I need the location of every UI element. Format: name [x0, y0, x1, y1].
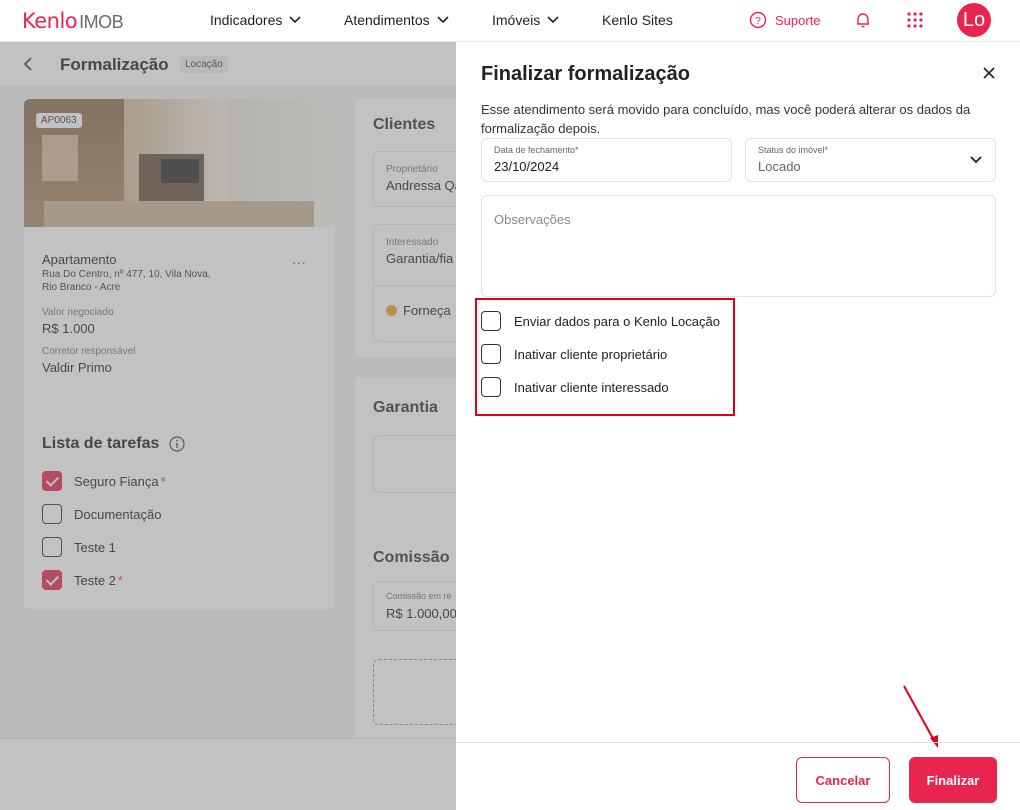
- closing-date-value: 23/10/2024: [494, 159, 560, 174]
- avatar[interactable]: Lo: [957, 3, 991, 37]
- chevron-down-icon: [970, 156, 982, 164]
- notes-placeholder: Observações: [494, 212, 571, 227]
- nav-atendimentos[interactable]: Atendimentos: [344, 12, 450, 28]
- chevron-down-icon: [437, 16, 449, 24]
- option-checkbox[interactable]: [481, 377, 501, 397]
- drawer-title: Finalizar formalização: [481, 63, 690, 85]
- modal-overlay[interactable]: [0, 42, 456, 810]
- nav-label: Imóveis: [492, 12, 541, 28]
- apps-grid-icon[interactable]: [906, 11, 924, 29]
- option-deactivate-owner[interactable]: Inativar cliente proprietário: [481, 344, 667, 364]
- logo-brand: Kenlo: [22, 9, 78, 33]
- nav-imoveis[interactable]: Imóveis: [492, 12, 560, 28]
- top-nav: Kenlo IMOB Indicadores Atendimentos Imóve…: [0, 0, 1020, 42]
- cancel-button[interactable]: Cancelar: [796, 757, 890, 803]
- option-label: Enviar dados para o Kenlo Locação: [514, 313, 720, 329]
- nav-label: Indicadores: [210, 12, 283, 28]
- chevron-down-icon: [547, 16, 559, 24]
- drawer-footer-divider: [456, 742, 1020, 743]
- closing-date-field[interactable]: Data de fechamento* 23/10/2024: [481, 138, 732, 182]
- help-icon: ?: [749, 11, 767, 29]
- option-label: Inativar cliente proprietário: [514, 346, 668, 362]
- kenlo-logo[interactable]: Kenlo IMOB: [22, 9, 124, 34]
- nav-label: Kenlo Sites: [602, 12, 673, 28]
- nav-kenlo-sites[interactable]: Kenlo Sites: [602, 12, 673, 28]
- nav-label: Atendimentos: [344, 12, 430, 28]
- support-link[interactable]: ? Suporte: [749, 11, 821, 29]
- option-send-data[interactable]: Enviar dados para o Kenlo Locação: [481, 311, 720, 331]
- svg-text:?: ?: [755, 16, 761, 27]
- notes-textarea[interactable]: Observações: [481, 195, 996, 297]
- property-status-select[interactable]: Status do imóvel* Locado: [745, 138, 996, 182]
- closing-date-label: Data de fechamento*: [494, 145, 579, 155]
- option-checkbox[interactable]: [481, 344, 501, 364]
- close-icon[interactable]: [982, 66, 996, 80]
- drawer-description: Esse atendimento será movido para conclu…: [481, 102, 971, 136]
- bell-icon[interactable]: [854, 11, 872, 29]
- option-label: Inativar cliente interessado: [514, 379, 669, 395]
- property-status-value: Locado: [758, 159, 801, 174]
- option-checkbox[interactable]: [481, 311, 501, 331]
- finalize-drawer: Finalizar formalização Esse atendimento …: [456, 42, 1020, 810]
- logo-sub: IMOB: [79, 12, 124, 32]
- support-label: Suporte: [775, 12, 821, 28]
- nav-indicadores[interactable]: Indicadores: [210, 12, 302, 28]
- chevron-down-icon: [289, 16, 301, 24]
- property-status-label: Status do imóvel*: [758, 145, 829, 155]
- finish-button[interactable]: Finalizar: [909, 757, 997, 803]
- option-deactivate-interested[interactable]: Inativar cliente interessado: [481, 377, 669, 397]
